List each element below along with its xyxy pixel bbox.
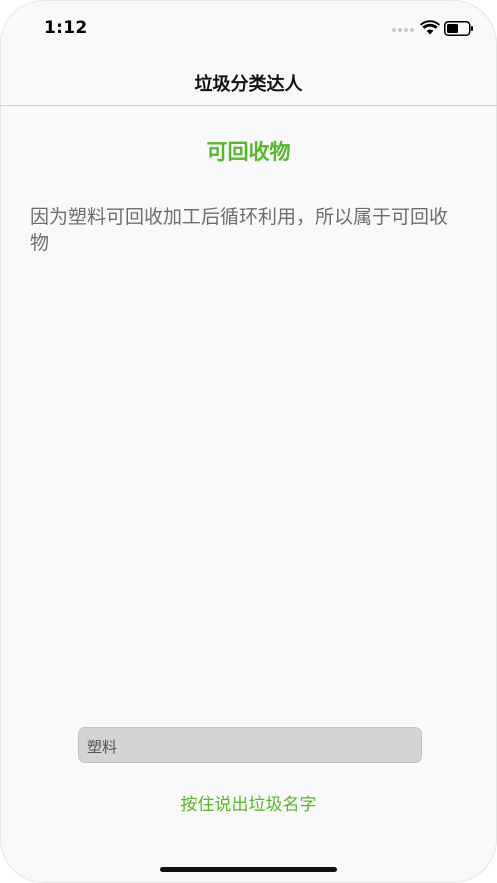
garbage-name-value: 塑料: [87, 738, 118, 756]
status-time: 1:12: [44, 18, 88, 38]
status-bar: 1:12: [0, 0, 497, 58]
battery-icon: [444, 21, 473, 36]
home-indicator[interactable]: [160, 867, 337, 872]
category-reason-text: 因为塑料可回收加工后循环利用，所以属于可回收物: [30, 206, 449, 254]
category-result: 可回收物: [206, 140, 291, 164]
cellular-signal-icon: [392, 28, 418, 34]
garbage-name-field[interactable]: 塑料: [78, 727, 422, 763]
wifi-icon: [420, 20, 440, 35]
page-title: 垃圾分类达人: [194, 74, 303, 95]
hold-to-speak-button[interactable]: 按住说出垃圾名字: [0, 790, 497, 815]
navigation-bar: 垃圾分类达人: [0, 58, 497, 106]
phone-screen: 1:12 垃圾分类达人 可回收物 因为塑料可回收加工后循环利用，所以属于可回收物…: [0, 0, 497, 883]
